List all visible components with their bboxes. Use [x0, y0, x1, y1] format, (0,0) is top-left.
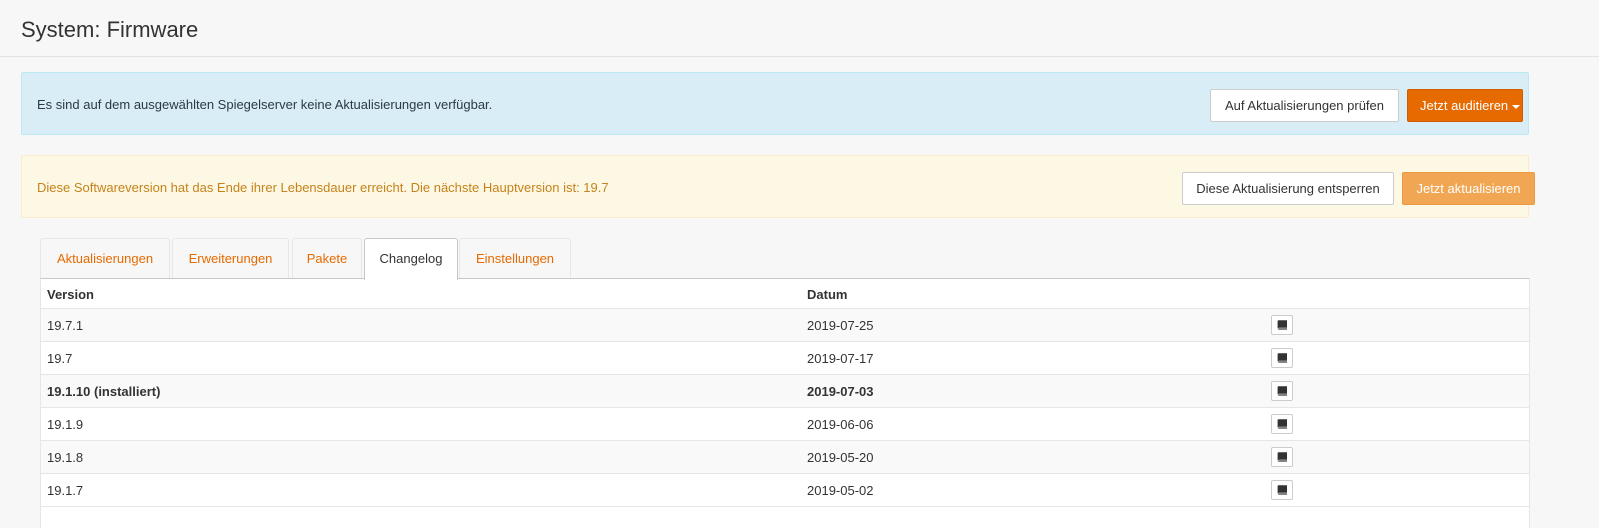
table-row: 19.1.8 2019-05-20: [41, 441, 1529, 474]
book-icon: [1277, 320, 1287, 330]
changelog-view-button[interactable]: [1271, 315, 1293, 335]
info-alert-message: Es sind auf dem ausgewählten Spiegelserv…: [37, 97, 493, 112]
date-cell: 2019-07-03: [807, 384, 874, 399]
version-cell: 19.7: [47, 351, 73, 366]
update-now-button[interactable]: Jetzt aktualisieren: [1402, 172, 1535, 205]
tab-changelog[interactable]: Changelog: [364, 238, 458, 280]
date-cell: 2019-05-02: [807, 483, 874, 498]
date-cell: 2019-07-25: [807, 318, 874, 333]
table-row: 19.1.7 2019-05-02: [41, 474, 1529, 507]
check-updates-button[interactable]: Auf Aktualisierungen prüfen: [1210, 89, 1399, 122]
warning-alert: Diese Softwareversion hat das Ende ihrer…: [21, 155, 1535, 218]
caret-down-icon: [1512, 104, 1521, 109]
tab-aktualisierungen[interactable]: Aktualisierungen: [40, 238, 170, 279]
table-header: Version Datum: [41, 279, 1529, 309]
changelog-view-button[interactable]: [1271, 480, 1293, 500]
version-cell: 19.1.10 (installiert): [47, 384, 161, 399]
table-row: 19.1.9 2019-06-06: [41, 408, 1529, 441]
changelog-view-button[interactable]: [1271, 381, 1293, 401]
column-header-version: Version: [47, 287, 94, 302]
unlock-update-button[interactable]: Diese Aktualisierung entsperren: [1182, 172, 1394, 205]
tab-pakete[interactable]: Pakete: [292, 238, 362, 279]
book-icon: [1277, 353, 1287, 363]
version-cell: 19.7.1: [47, 318, 84, 333]
tab-einstellungen[interactable]: Einstellungen: [459, 238, 571, 279]
changelog-view-button[interactable]: [1271, 447, 1293, 467]
changelog-view-button[interactable]: [1271, 414, 1293, 434]
tab-erweiterungen[interactable]: Erweiterungen: [172, 238, 289, 279]
book-icon: [1277, 452, 1287, 462]
page-title: System: Firmware: [21, 17, 199, 42]
audit-now-label: Jetzt auditieren: [1420, 98, 1509, 113]
table-row: 19.7.1 2019-07-25: [41, 309, 1529, 342]
book-icon: [1277, 419, 1287, 429]
version-cell: 19.1.7: [47, 483, 84, 498]
book-icon: [1277, 485, 1287, 495]
version-cell: 19.1.8: [47, 450, 84, 465]
version-cell: 19.1.9: [47, 417, 84, 432]
table-row: 19.1.10 (installiert) 2019-07-03: [41, 375, 1529, 408]
changelog-table: Version Datum 19.7.1 2019-07-25 19.7 201…: [40, 278, 1530, 528]
info-alert: Es sind auf dem ausgewählten Spiegelserv…: [21, 72, 1529, 135]
audit-now-button[interactable]: Jetzt auditieren: [1407, 89, 1523, 122]
changelog-view-button[interactable]: [1271, 348, 1293, 368]
date-cell: 2019-06-06: [807, 417, 874, 432]
table-row: 19.7 2019-07-17: [41, 342, 1529, 375]
column-header-date: Datum: [807, 287, 848, 302]
date-cell: 2019-05-20: [807, 450, 874, 465]
date-cell: 2019-07-17: [807, 351, 874, 366]
warning-alert-message: Diese Softwareversion hat das Ende ihrer…: [37, 180, 609, 195]
book-icon: [1277, 386, 1287, 396]
page-header: System: Firmware: [0, 0, 1599, 57]
